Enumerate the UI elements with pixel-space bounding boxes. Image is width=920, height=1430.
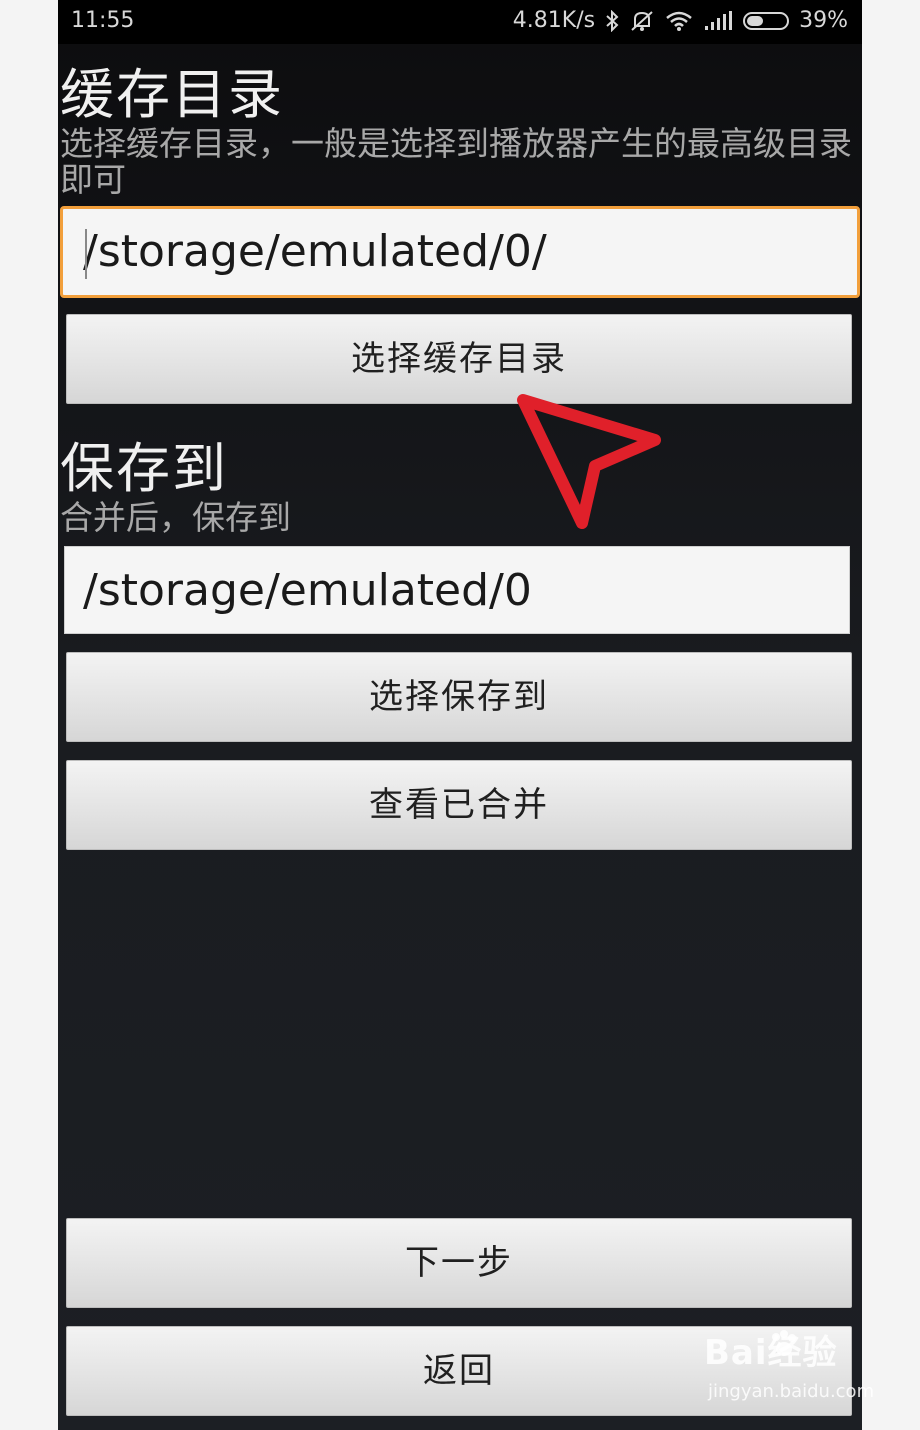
next-step-button[interactable]: 下一步: [66, 1218, 852, 1308]
cache-dir-input[interactable]: /storage/emulated/0/: [60, 206, 860, 298]
status-bar: 11:55 4.81K/s 39%: [58, 0, 862, 44]
text-caret: [85, 229, 87, 279]
annotation-arrow-icon: [517, 394, 661, 529]
select-save-to-button[interactable]: 选择保存到: [66, 652, 852, 742]
signal-icon: [703, 10, 733, 32]
app-screen: 11:55 4.81K/s 39% 缓存目录 选择缓存目录，一般是选择到播放器产…: [58, 0, 862, 1430]
status-indicators: 4.81K/s 39%: [513, 8, 848, 33]
save-to-title: 保存到: [60, 437, 228, 500]
network-speed: 4.81K/s: [512, 8, 596, 33]
baidu-watermark: Bai经验 jingyan.baidu.com: [704, 1325, 874, 1415]
battery-icon: [743, 11, 790, 30]
status-time: 11:55: [71, 8, 135, 33]
select-cache-dir-button[interactable]: 选择缓存目录: [66, 314, 852, 404]
baidu-paw-icon: [772, 1330, 796, 1356]
battery-percent: 39%: [799, 8, 848, 33]
save-to-description: 合并后，保存到: [60, 498, 291, 537]
watermark-site: jingyan.baidu.com: [708, 1381, 875, 1402]
cache-dir-description: 选择缓存目录，一般是选择到播放器产生的最高级目录即可: [60, 124, 852, 199]
cache-dir-title: 缓存目录: [60, 63, 284, 126]
cache-dir-value: /storage/emulated/0/: [83, 226, 547, 277]
mute-icon: [629, 10, 655, 32]
save-to-input[interactable]: /storage/emulated/0: [64, 546, 850, 634]
save-to-value: /storage/emulated/0: [83, 565, 532, 616]
bluetooth-icon: [605, 9, 619, 32]
wifi-icon: [665, 10, 693, 32]
view-merged-button[interactable]: 查看已合并: [66, 760, 852, 850]
